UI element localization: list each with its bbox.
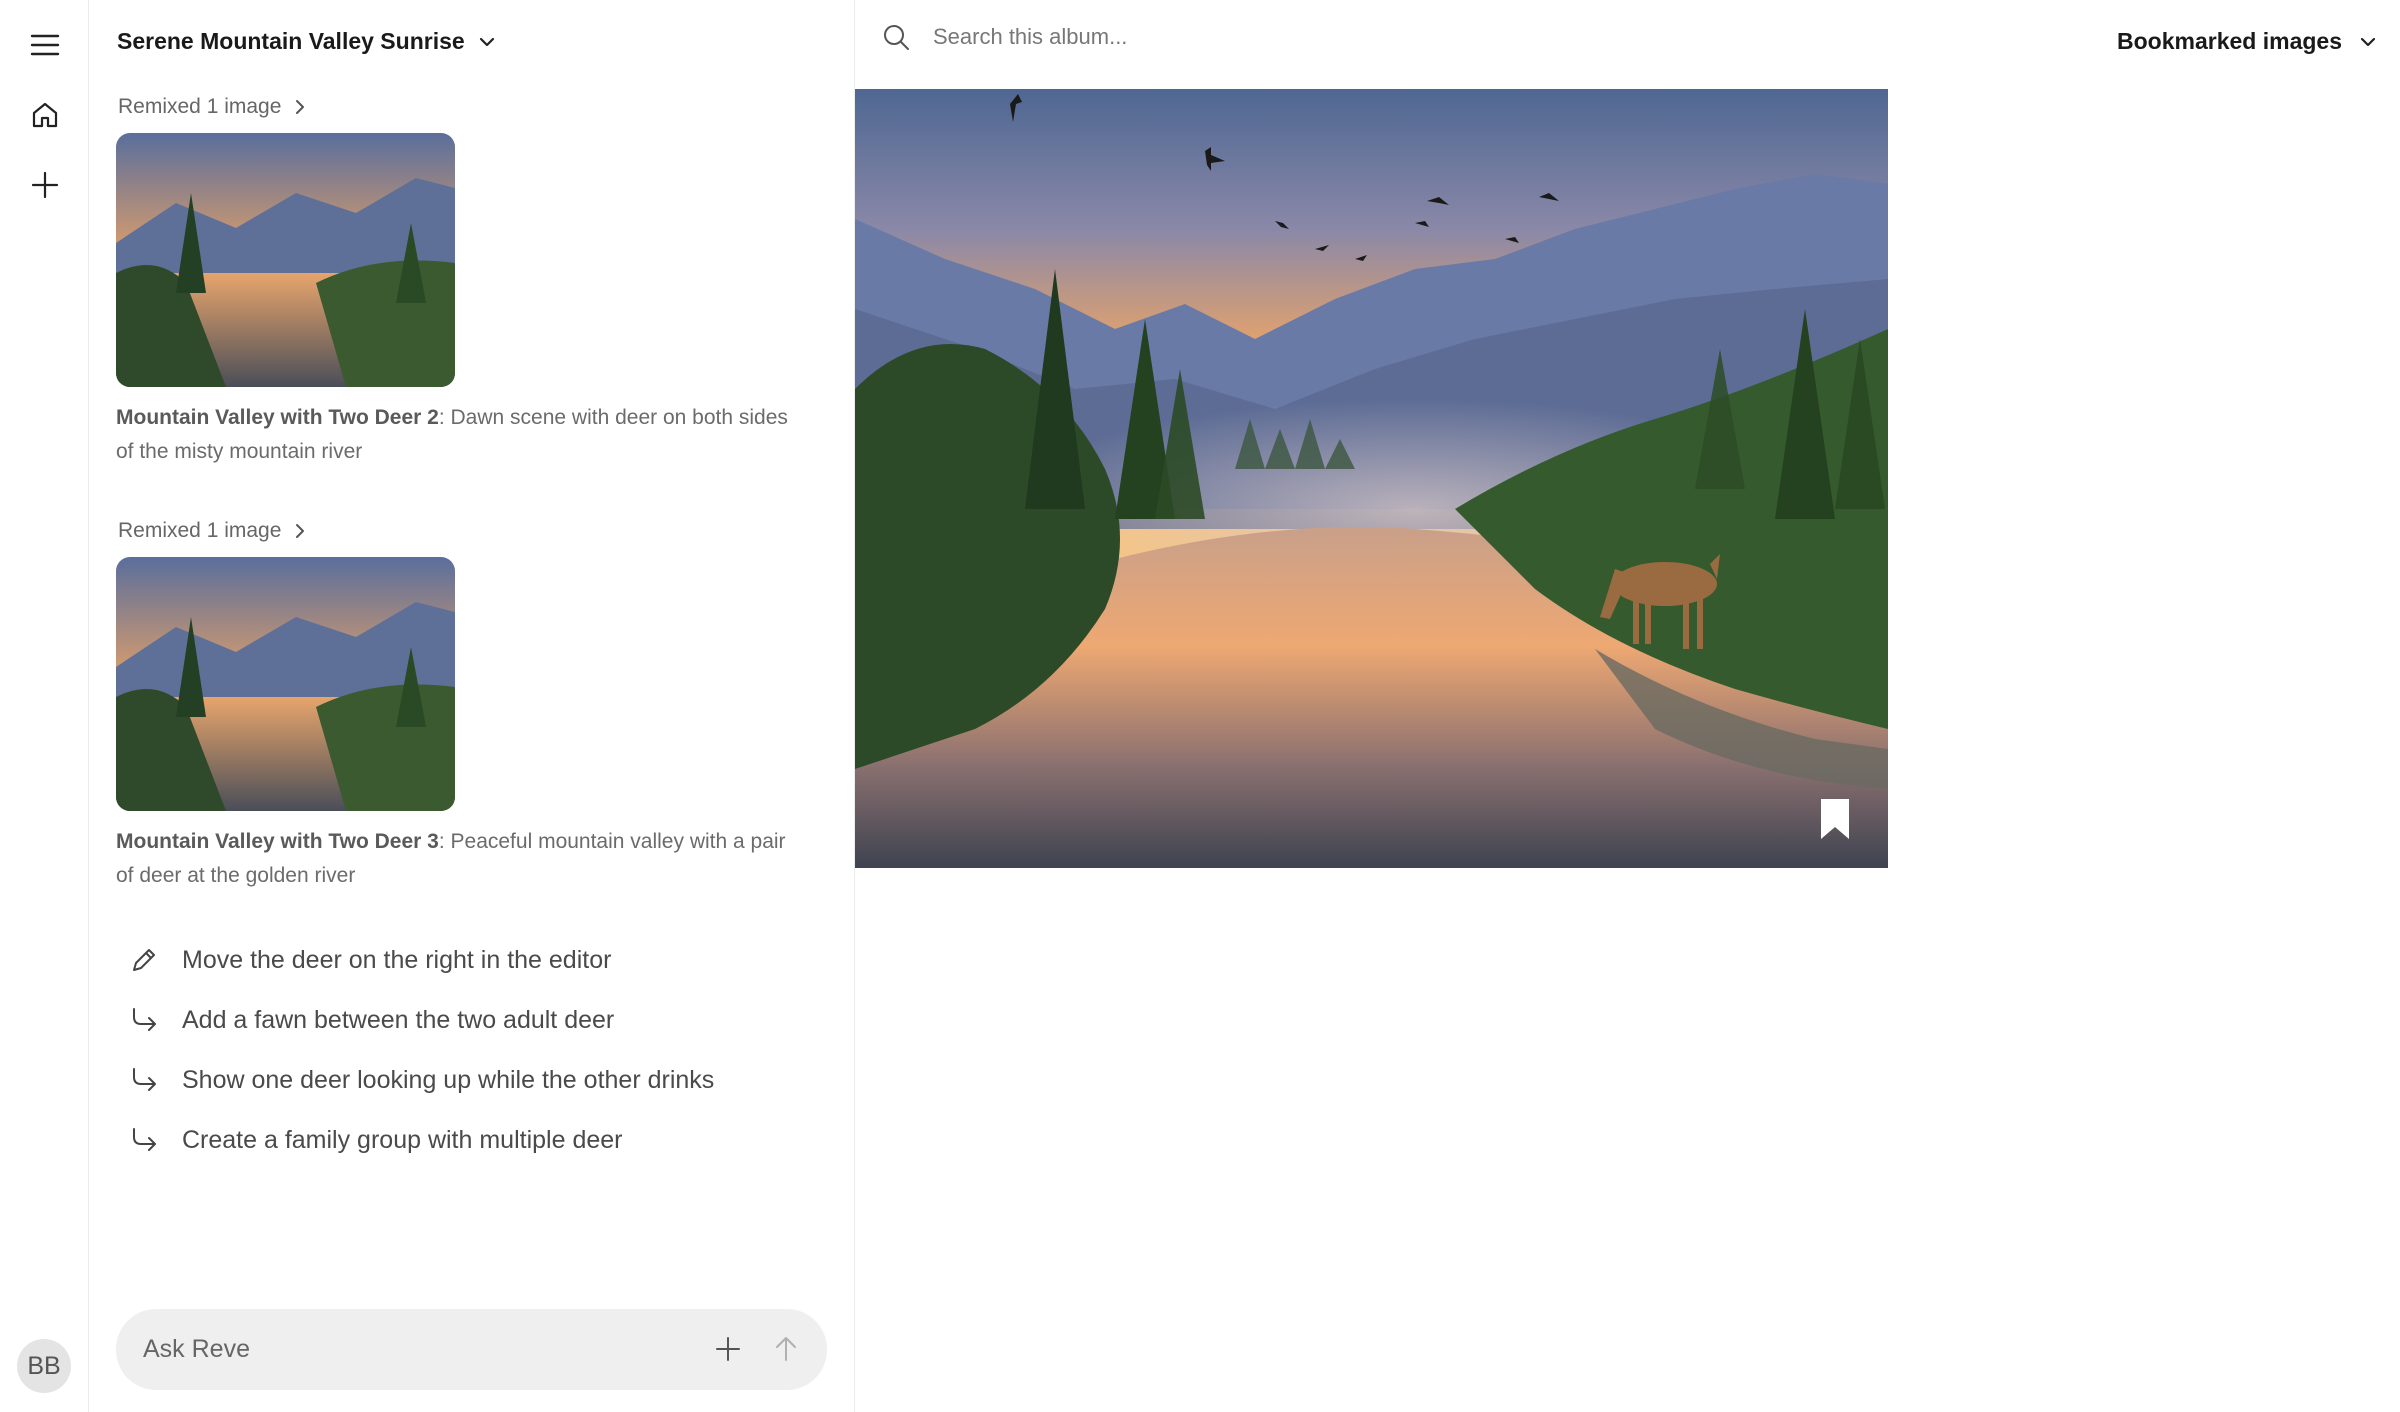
album-search xyxy=(881,22,1533,52)
main-panel: Bookmarked images xyxy=(855,0,2400,1412)
suggestion-label: Add a fawn between the two adult deer xyxy=(182,1005,615,1034)
pencil-icon xyxy=(133,949,155,971)
reply-arrow-icon xyxy=(133,1128,156,1151)
suggestion-item[interactable]: Show one deer looking up while the other… xyxy=(126,1062,714,1098)
menu-button[interactable] xyxy=(22,22,68,68)
mountain-valley-image xyxy=(855,89,1888,868)
chevron-down-icon xyxy=(2360,37,2376,46)
send-button[interactable] xyxy=(766,1329,806,1369)
album-title: Serene Mountain Valley Sunrise xyxy=(117,28,465,54)
home-button[interactable] xyxy=(22,92,68,138)
avatar[interactable]: BB xyxy=(17,1339,71,1393)
plus-icon xyxy=(31,171,59,199)
selected-image[interactable] xyxy=(855,89,1888,868)
landscape-thumbnail xyxy=(116,557,455,811)
suggestion-label: Show one deer looking up while the other… xyxy=(182,1065,715,1094)
remix-label: Remixed 1 image xyxy=(118,519,282,542)
suggestion-item[interactable]: Create a family group with multiple deer xyxy=(126,1122,622,1158)
arrow-up-icon xyxy=(776,1337,796,1361)
reply-arrow-icon xyxy=(133,1008,156,1031)
reply-arrow-icon xyxy=(133,1068,156,1091)
caption-title: Mountain Valley with Two Deer 3 xyxy=(116,830,439,853)
chevron-right-icon xyxy=(296,100,305,114)
chat-panel: Serene Mountain Valley Sunrise Remixed 1… xyxy=(89,0,855,1412)
caption-title: Mountain Valley with Two Deer 2 xyxy=(116,406,439,429)
hamburger-icon xyxy=(30,34,60,56)
bookmark-icon[interactable] xyxy=(1817,797,1853,841)
image-caption: Mountain Valley with Two Deer 3: Peacefu… xyxy=(116,825,796,893)
suggestion-item[interactable]: Add a fawn between the two adult deer xyxy=(126,1002,614,1038)
filter-label: Bookmarked images xyxy=(2117,28,2342,54)
remix-link[interactable]: Remixed 1 image xyxy=(118,519,305,543)
attach-button[interactable] xyxy=(708,1329,748,1369)
chevron-down-icon xyxy=(479,37,494,46)
avatar-initials: BB xyxy=(27,1351,61,1380)
suggestion-label: Move the deer on the right in the editor xyxy=(182,945,612,974)
new-button[interactable] xyxy=(22,162,68,208)
album-title-dropdown[interactable]: Serene Mountain Valley Sunrise xyxy=(117,28,495,55)
thumbnail-image[interactable] xyxy=(116,557,455,811)
ask-input[interactable] xyxy=(143,1309,663,1390)
composer xyxy=(116,1309,827,1390)
suggestion-item[interactable]: Move the deer on the right in the editor xyxy=(126,942,611,978)
search-input[interactable] xyxy=(933,24,1533,50)
left-rail: BB xyxy=(0,0,89,1412)
image-caption: Mountain Valley with Two Deer 2: Dawn sc… xyxy=(116,401,796,469)
chevron-right-icon xyxy=(296,524,305,538)
search-icon xyxy=(884,25,909,50)
bookmarked-filter-dropdown[interactable]: Bookmarked images xyxy=(2117,28,2376,55)
home-icon xyxy=(32,102,58,128)
remix-link[interactable]: Remixed 1 image xyxy=(118,95,305,119)
thumbnail-image[interactable] xyxy=(116,133,455,387)
remix-label: Remixed 1 image xyxy=(118,95,282,118)
landscape-thumbnail xyxy=(116,133,455,387)
suggestion-label: Create a family group with multiple deer xyxy=(182,1125,623,1154)
plus-icon xyxy=(716,1337,740,1361)
